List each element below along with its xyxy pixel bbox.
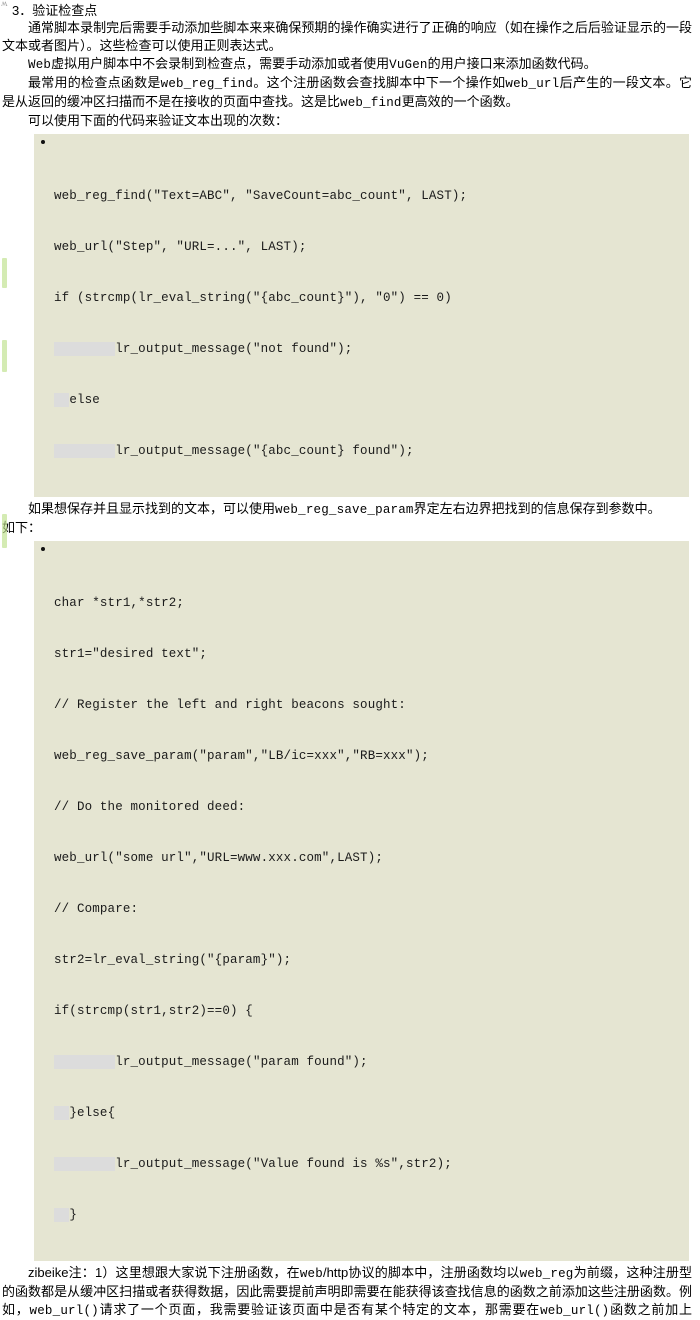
code-line: // Do the monitored deed: [54,800,246,814]
code-block-web-reg-find: web_reg_find("Text=ABC", "SaveCount=abc_… [34,134,689,497]
code-line: web_reg_find("Text=ABC", "SaveCount=abc_… [54,189,468,203]
code-line: web_url("some url","URL=www.xxx.com",LAS… [54,851,384,865]
code-line: str1="desired text"; [54,647,208,661]
code-line: if(strcmp(str1,str2)==0) { [54,1004,253,1018]
margin-change-mark-3 [2,514,7,548]
code-line: web_reg_save_param("param","LB/ic=xxx","… [54,749,429,763]
paragraph-code-intro: 可以使用下面的代码来验证文本出现的次数： [28,113,289,128]
bullet-icon [41,547,45,551]
code-line: if (strcmp(lr_eval_string("{abc_count}")… [54,291,452,305]
paragraph-save-param: 如果想保存并且显示找到的文本，可以使用web_reg_save_param界定左… [28,501,661,517]
code-line: char *str1,*str2; [54,596,185,610]
code-line: web_url("Step", "URL=...", LAST); [54,240,307,254]
paragraph-as-follows: 如下： [2,520,42,535]
code-line: } [54,1207,685,1224]
top-cut-off-glyph: ʍ [1,0,8,8]
code-line: }else{ [54,1105,685,1122]
section-heading: 3．验证检查点 [12,3,98,18]
code-line: lr_output_message("Value found is %s",st… [54,1156,685,1173]
margin-change-mark-2 [2,340,7,372]
paragraph-note-1: zibeike注：1）这里想跟大家说下注册函数，在web/http协议的脚本中，… [2,1265,692,1318]
margin-change-mark-1 [2,258,7,288]
document-page: ʍ 3．验证检查点 通常脚本录制完后需要手动添加些脚本来来确保预期的操作确实进行… [0,0,700,1318]
code-line: lr_output_message("{abc_count} found"); [54,443,685,460]
paragraph-web-reg-find: 最常用的检查点函数是web_reg_find。这个注册函数会查找脚本中下一个操作… [2,75,692,110]
bullet-icon [41,140,45,144]
code-line: else [54,392,685,409]
paragraph-vugen: Web虚拟用户脚本中不会录制到检查点，需要手动添加或者使用VuGen的用户接口来… [28,56,597,72]
code-line: lr_output_message("param found"); [54,1054,685,1071]
paragraph-intro: 通常脚本录制完后需要手动添加些脚本来来确保预期的操作确实进行了正确的响应（如在操… [2,20,692,53]
code-line: // Register the left and right beacons s… [54,698,406,712]
code-line: // Compare: [54,902,139,916]
code-line: lr_output_message("not found"); [54,341,685,358]
code-block-web-reg-save-param: char *str1,*str2; str1="desired text"; /… [34,541,689,1261]
code-line: str2=lr_eval_string("{param}"); [54,953,292,967]
